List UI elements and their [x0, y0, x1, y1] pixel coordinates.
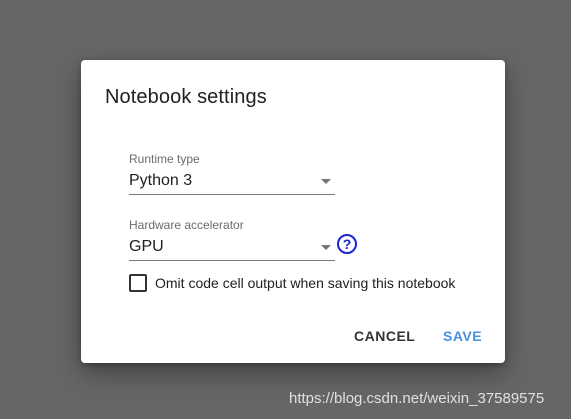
help-icon[interactable]: ? — [337, 234, 357, 254]
cancel-button[interactable]: CANCEL — [354, 328, 415, 344]
omit-output-label: Omit code cell output when saving this n… — [155, 275, 456, 291]
notebook-settings-dialog: Notebook settings Runtime type Python 3 … — [81, 60, 505, 363]
omit-output-option[interactable]: Omit code cell output when saving this n… — [129, 274, 455, 292]
watermark-text: https://blog.csdn.net/weixin_37589575 — [289, 390, 545, 407]
runtime-type-select[interactable]: Python 3 — [129, 170, 335, 195]
hardware-accelerator-label: Hardware accelerator — [129, 218, 244, 232]
dialog-title: Notebook settings — [105, 86, 267, 108]
runtime-type-value: Python 3 — [129, 172, 193, 189]
hardware-accelerator-field: Hardware accelerator GPU — [129, 218, 335, 261]
runtime-type-label: Runtime type — [129, 152, 200, 166]
hardware-accelerator-value: GPU — [129, 238, 164, 255]
chevron-down-icon — [321, 245, 331, 250]
save-button[interactable]: SAVE — [443, 328, 482, 344]
hardware-accelerator-select[interactable]: GPU — [129, 236, 335, 261]
chevron-down-icon — [321, 179, 331, 184]
runtime-type-field: Runtime type Python 3 — [129, 152, 335, 195]
omit-output-checkbox[interactable] — [129, 274, 147, 292]
